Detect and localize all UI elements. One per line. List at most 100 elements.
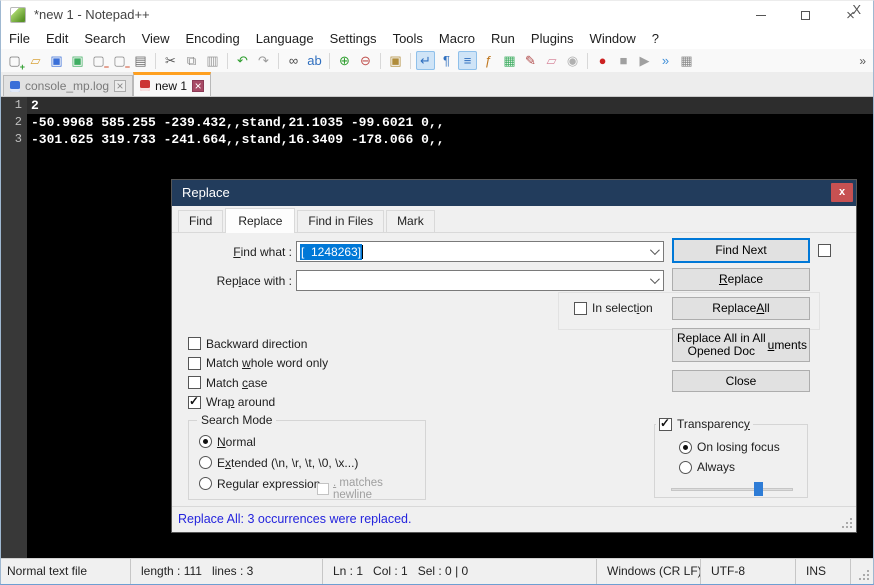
menu-item-run[interactable]: Run — [483, 29, 523, 48]
menu-item-language[interactable]: Language — [248, 29, 322, 48]
menu-item-edit[interactable]: Edit — [38, 29, 76, 48]
toolbar-overflow-icon[interactable]: » — [855, 54, 870, 68]
status-bar: Normal text filelength : 111 lines : 3Ln… — [1, 558, 873, 584]
replace-all-button[interactable]: Replace All — [672, 297, 810, 320]
redo-icon[interactable]: ↷ — [254, 51, 273, 70]
toggle-row-match-case: Match case — [188, 373, 328, 393]
transparency-slider[interactable] — [671, 483, 793, 495]
undo-icon[interactable]: ↶ — [233, 51, 252, 70]
file-monitoring-icon[interactable]: ◉ — [563, 51, 582, 70]
toggle-label: Backward direction — [206, 337, 307, 351]
always-radio[interactable] — [679, 461, 692, 474]
zoom-in-icon[interactable]: ⊕ — [335, 51, 354, 70]
folder-as-workspace-icon[interactable]: ▱ — [542, 51, 561, 70]
print-icon[interactable]: ▤ — [131, 51, 150, 70]
backward-direction-checkbox[interactable] — [188, 337, 201, 350]
menu-item-settings[interactable]: Settings — [322, 29, 385, 48]
macro-save-icon[interactable]: ▦ — [677, 51, 696, 70]
tab-close-icon[interactable]: × — [192, 80, 204, 92]
menu-item-encoding[interactable]: Encoding — [178, 29, 248, 48]
find-what-combobox[interactable]: [ 1248263] — [296, 241, 664, 262]
line-number: 1 — [1, 97, 27, 114]
minimize-button[interactable] — [738, 1, 783, 29]
transparency-checkbox[interactable] — [659, 418, 672, 431]
macro-run-multiple-icon[interactable]: » — [656, 51, 675, 70]
file-tab-new-1[interactable]: new 1× — [133, 72, 211, 96]
save-icon[interactable]: ▣ — [47, 51, 66, 70]
on-losing-focus-radio[interactable] — [679, 441, 692, 454]
match-case-checkbox[interactable] — [188, 376, 201, 389]
replace-button[interactable]: Replace — [672, 268, 810, 291]
document-switcher-icon[interactable]: ✎ — [521, 51, 540, 70]
menu-item-plugins[interactable]: Plugins — [523, 29, 582, 48]
close-file-icon[interactable]: ▢− — [89, 51, 108, 70]
restore-last-position-icon[interactable]: ▣ — [386, 51, 405, 70]
find-what-value: [ 1248263] — [300, 244, 362, 260]
close-dialog-button[interactable]: Close — [672, 370, 810, 392]
find-next-button[interactable]: Find Next — [672, 238, 810, 263]
extended-radio[interactable] — [199, 456, 212, 469]
new-file-icon[interactable]: ▢+ — [5, 51, 24, 70]
dialog-tab-mark[interactable]: Mark — [386, 210, 435, 232]
radio-label: Normal — [217, 435, 256, 449]
dialog-tab-find[interactable]: Find — [178, 210, 223, 232]
dialog-tab-replace[interactable]: Replace — [225, 208, 295, 233]
zoom-out-icon[interactable]: ⊖ — [356, 51, 375, 70]
resize-grip-icon[interactable] — [850, 526, 852, 528]
file-tab-console-mp-log[interactable]: console_mp.log× — [3, 75, 133, 96]
close-all-icon[interactable]: ▢− — [110, 51, 129, 70]
macro-stop-icon[interactable]: ■ — [614, 51, 633, 70]
transparency-option-on-losing-focus: On losing focus — [679, 437, 780, 457]
copy-icon[interactable]: ⧉ — [182, 51, 201, 70]
replace-with-combobox[interactable] — [296, 270, 664, 291]
slider-thumb[interactable] — [754, 482, 763, 496]
dialog-close-button[interactable]: x — [831, 183, 853, 202]
normal-radio[interactable] — [199, 435, 212, 448]
dialog-tab-find-in-files[interactable]: Find in Files — [297, 210, 384, 232]
macro-record-icon[interactable]: ● — [593, 51, 612, 70]
show-all-characters-icon[interactable]: ¶ — [437, 51, 456, 70]
menu-item-help[interactable]: ? — [644, 29, 667, 48]
save-all-icon[interactable]: ▣ — [68, 51, 87, 70]
transparency-group: On losing focusAlways — [654, 424, 808, 498]
macro-play-icon[interactable]: ▶ — [635, 51, 654, 70]
editor-line: 2-50.9968 585.255 -239.432,,stand,21.103… — [1, 114, 873, 131]
find-icon[interactable]: ∞ — [284, 51, 303, 70]
wrap-around-checkbox[interactable] — [188, 396, 201, 409]
document-map-icon[interactable]: ▦ — [500, 51, 519, 70]
replace-icon[interactable]: ab — [305, 51, 324, 70]
replace-dialog: Replace x FindReplaceFind in FilesMark F… — [171, 179, 857, 533]
menu-item-file[interactable]: File — [1, 29, 38, 48]
radio-label: Regular expression — [217, 477, 320, 491]
function-list-icon[interactable]: ƒ — [479, 51, 498, 70]
word-wrap-icon[interactable]: ↵ — [416, 51, 435, 70]
cut-icon[interactable]: ✂ — [161, 51, 180, 70]
menu-item-tools[interactable]: Tools — [385, 29, 431, 48]
resize-grip-icon[interactable] — [867, 578, 869, 580]
chevron-down-icon[interactable] — [650, 245, 660, 255]
close-document-x-button[interactable]: X — [852, 2, 861, 17]
menu-item-search[interactable]: Search — [76, 29, 133, 48]
matches-newline-checkbox[interactable] — [317, 483, 329, 495]
menu-item-view[interactable]: View — [134, 29, 178, 48]
in-selection-checkbox[interactable] — [574, 302, 587, 315]
replace-all-open-docs-button[interactable]: Replace All in All Opened Documents — [672, 328, 810, 362]
menu-item-macro[interactable]: Macro — [431, 29, 483, 48]
match-whole-word-only-checkbox[interactable] — [188, 357, 201, 370]
regular-radio[interactable] — [199, 477, 212, 490]
transparency-option-always: Always — [679, 457, 780, 477]
statusbar-length-lines: length : 111 lines : 3 — [131, 559, 323, 584]
find-next-aux-checkbox[interactable] — [818, 244, 831, 257]
maximize-button[interactable] — [783, 1, 828, 29]
open-folder-icon[interactable]: ▱ — [26, 51, 45, 70]
dialog-title: Replace — [182, 185, 230, 200]
toolbar: ▢+▱▣▣▢−▢−▤✂⧉▥↶↷∞ab⊕⊖▣↵¶≡ƒ▦✎▱◉●■▶»▦» — [1, 49, 873, 73]
indent-guide-icon[interactable]: ≡ — [458, 51, 477, 70]
unsaved-indicator-icon — [140, 80, 150, 91]
dialog-title-bar[interactable]: Replace — [172, 180, 856, 206]
chevron-down-icon[interactable] — [650, 274, 660, 284]
tab-close-icon[interactable]: × — [114, 80, 126, 92]
paste-icon[interactable]: ▥ — [203, 51, 222, 70]
close-button[interactable]: × — [828, 1, 873, 29]
menu-item-window[interactable]: Window — [582, 29, 644, 48]
